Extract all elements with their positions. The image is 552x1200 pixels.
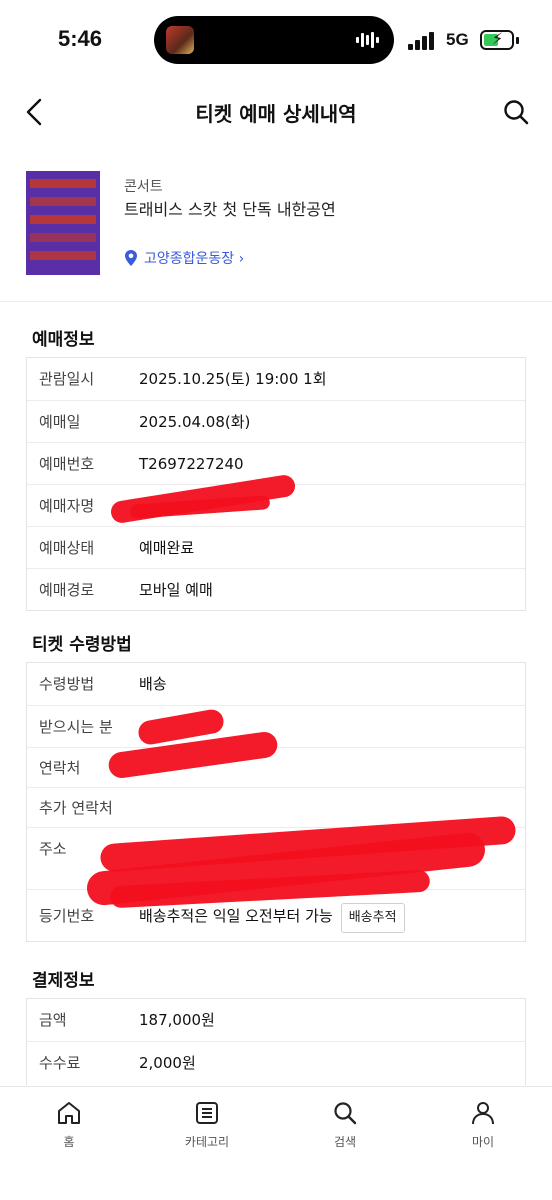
row-value: 2025.10.25(토) 19:00 1회 <box>139 370 327 388</box>
signal-strength-icon <box>408 30 438 50</box>
table-row: 예매상태 예매완료 <box>27 526 525 568</box>
venue-link[interactable]: 고양종합운동장 › <box>124 248 244 268</box>
row-label: 받으시는 분 <box>39 718 113 736</box>
row-label: 수수료 <box>39 1054 81 1072</box>
now-playing-artwork <box>166 26 194 54</box>
network-type: 5G <box>446 30 469 49</box>
table-row: 관람일시 2025.10.25(토) 19:00 1회 <box>27 358 525 400</box>
search-icon <box>504 100 529 125</box>
battery-tip <box>516 37 519 44</box>
status-bar: 5:46 5G ⚡ <box>0 0 552 80</box>
event-summary: 콘서트 트래비스 스캇 첫 단독 내한공연 고양종합운동장 › <box>0 150 552 302</box>
battery-icon: ⚡ <box>480 29 514 50</box>
nav-home-label: 홈 <box>63 1135 75 1149</box>
row-value: 187,000원 <box>139 1011 215 1029</box>
tracking-note: 배송추적은 익일 오전부터 가능 <box>139 907 333 925</box>
row-value: 배송 <box>139 675 167 693</box>
payment-info-table: 금액 187,000원 수수료 2,000원 <box>26 998 526 1085</box>
search-button[interactable] <box>498 94 534 130</box>
track-delivery-button[interactable]: 배송추적 <box>340 903 405 933</box>
table-row: 예매경로 모바일 예매 <box>27 568 525 610</box>
nav-search-label: 검색 <box>333 1135 357 1149</box>
table-row: 예매일 2025.04.08(화) <box>27 400 525 442</box>
row-label: 금액 <box>39 1011 67 1029</box>
row-label: 예매경로 <box>39 581 95 599</box>
search-icon <box>334 1102 357 1125</box>
row-label: 예매일 <box>39 413 81 431</box>
row-value: 2,000원 <box>139 1054 196 1072</box>
event-category: 콘서트 <box>124 179 163 195</box>
nav-home[interactable]: 홈 <box>0 1087 138 1200</box>
row-value: 모바일 예매 <box>139 581 213 599</box>
row-label: 예매번호 <box>39 455 95 473</box>
row-label: 추가 연락처 <box>39 799 113 817</box>
nav-category[interactable]: 카테고리 <box>138 1087 276 1200</box>
table-row: 수령방법 배송 <box>27 663 525 705</box>
row-value: T2697227240 <box>139 455 244 473</box>
venue-name: 고양종합운동장 › <box>144 251 245 267</box>
row-label: 관람일시 <box>39 370 95 388</box>
row-value: 예매완료 <box>139 539 195 557</box>
page-title: 티켓 예매 상세내역 <box>195 102 357 126</box>
category-icon <box>196 1102 218 1124</box>
home-icon <box>58 1102 80 1124</box>
table-row: 금액 187,000원 <box>27 999 525 1041</box>
header: 티켓 예매 상세내역 <box>0 82 552 142</box>
event-title[interactable]: 트래비스 스캇 첫 단독 내한공연 <box>124 196 336 220</box>
person-icon <box>472 1102 494 1125</box>
audio-waveform-icon <box>354 30 380 50</box>
table-row: 연락처 <box>27 747 525 787</box>
booking-info-title: 예매정보 <box>32 330 95 350</box>
receipt-method-title: 티켓 수령방법 <box>32 635 132 655</box>
event-poster[interactable] <box>26 171 100 275</box>
row-label: 예매상태 <box>39 539 95 557</box>
row-value: 2025.04.08(화) <box>139 413 251 431</box>
table-row: 수수료 2,000원 <box>27 1041 525 1085</box>
status-time: 5:46 <box>58 26 103 51</box>
dynamic-island <box>154 16 394 64</box>
payment-info-title: 결제정보 <box>32 971 95 991</box>
nav-my-label: 마이 <box>471 1135 495 1149</box>
location-pin-icon <box>125 250 137 266</box>
nav-category-label: 카테고리 <box>184 1135 230 1149</box>
row-label: 수령방법 <box>39 675 95 693</box>
nav-my[interactable]: 마이 <box>414 1087 552 1200</box>
nav-search[interactable]: 검색 <box>276 1087 414 1200</box>
bottom-nav: 홈 카테고리 검색 마이 <box>0 1086 552 1200</box>
